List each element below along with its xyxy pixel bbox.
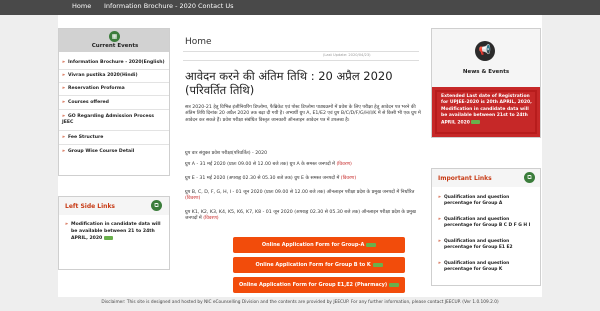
divider [59, 82, 169, 83]
nav-contact-link[interactable]: Contact Us [198, 2, 234, 10]
important-link-item[interactable]: » Qualification and question percentage f… [438, 239, 538, 251]
group-b-k-application-button[interactable]: Online Application Form for Group B to K [233, 257, 405, 273]
bullet-icon: » [62, 100, 65, 105]
news-events-header: 📢 News & Events [432, 29, 540, 87]
bullet-icon: » [438, 195, 441, 200]
group-a-application-button[interactable]: Online Application Form for Group-A [233, 237, 405, 253]
new-badge-icon [366, 242, 377, 247]
event-link[interactable]: » Information Brochure - 2020(English) [62, 60, 165, 65]
notice-paragraph: सत्र 2020-21 हेतु विभिन्न इंजीनियरिंग डि… [185, 105, 421, 123]
exam-line: ग्रुप E - 31 मई 2020 (अपराह्न 02.30 से 0… [185, 176, 357, 181]
exam-line: ग्रुप B, C, D, F, G, H, I - 01 जून 2020 … [185, 190, 415, 202]
important-link-item[interactable]: » Qualification and question percentage f… [438, 217, 538, 229]
left-side-link-item[interactable]: » Modification in candidate data will be… [65, 221, 165, 242]
event-link[interactable]: » Group Wise Course Detail [62, 149, 134, 154]
new-badge-icon [103, 235, 113, 240]
bullet-icon: » [62, 135, 65, 140]
important-links-panel: Important Links ⧉ » Qualification and que… [431, 168, 541, 286]
news-box-frame: Extended Last date of Registration for U… [435, 90, 537, 134]
exam-line: ग्रुप A - 31 मई 2020 (प्रातः 09.00 से 12… [185, 162, 352, 167]
event-link[interactable]: » Courses offered [62, 100, 109, 105]
details-link[interactable]: (विवरण) [203, 216, 218, 221]
event-link[interactable]: » Fee Structure [62, 135, 103, 140]
divider [59, 109, 169, 110]
link-icon: ⧉ [151, 200, 162, 211]
event-link[interactable]: » Vivran pustika 2020(Hindi) [62, 73, 138, 78]
bullet-icon: » [62, 86, 65, 91]
bullet-icon: » [62, 73, 65, 78]
bullet-icon: » [438, 239, 441, 244]
left-side-links-title: Left Side Links [65, 203, 116, 210]
news-events-panel: 📢 News & Events Extended Last date of Re… [431, 28, 541, 138]
divider [59, 95, 169, 96]
calendar-icon: ▦ [109, 31, 120, 42]
bullet-icon: » [62, 60, 65, 65]
title-divider [183, 51, 419, 52]
nav-home-link[interactable]: Home [72, 2, 91, 10]
news-text[interactable]: Extended Last date of Registration for U… [441, 94, 535, 127]
megaphone-icon: 📢 [475, 41, 495, 61]
current-events-title: Current Events [91, 43, 139, 49]
footer-disclaimer: Disclaimer: This site is designed and ho… [101, 300, 499, 305]
news-ticker: Extended Last date of Registration for U… [432, 87, 540, 137]
top-navbar: Home Information Brochure - 2020 Contact… [0, 0, 600, 15]
divider [59, 130, 169, 131]
important-links-header: Important Links ⧉ [432, 169, 540, 187]
deadline-heading: आवेदन करने की अंतिम तिथि : 20 अप्रैल 202… [185, 69, 393, 97]
nav-brochure-link[interactable]: Information Brochure - 2020 [104, 2, 196, 10]
current-events-panel: ▦ Current Events » Information Brochure -… [58, 28, 170, 176]
group-e-application-button[interactable]: Online Application Form for Group E1,E2 … [233, 277, 405, 293]
bullet-icon: » [65, 222, 68, 227]
link-icon: ⧉ [524, 172, 535, 183]
current-events-header: ▦ Current Events [59, 29, 169, 52]
details-link[interactable]: (विवरण) [341, 176, 356, 181]
page-title: Home [185, 37, 212, 47]
new-badge-icon [471, 119, 481, 124]
details-link[interactable]: (विवरण) [185, 196, 200, 201]
bullet-icon: » [438, 217, 441, 222]
new-badge-icon [372, 262, 383, 267]
bullet-icon: » [62, 149, 65, 154]
left-side-links-header: Left Side Links ⧉ [59, 197, 169, 215]
important-link-item[interactable]: » Qualification and question percentage f… [438, 261, 538, 273]
divider [183, 60, 419, 61]
exam-line: ग्रुप K1, K2, K3, K4, K5, K6, K7, K8 - 0… [185, 210, 416, 222]
event-link[interactable]: » Reservation Proforma [62, 86, 125, 91]
details-link[interactable]: (विवरण) [336, 162, 351, 167]
bullet-icon: » [62, 114, 65, 119]
divider [59, 69, 169, 70]
exam-title: ग्रुप वार संयुक्त प्रवेश परीक्षा(परिवर्त… [185, 151, 268, 156]
event-link[interactable]: » GO Regarding Admission Process JEEC [62, 114, 166, 126]
important-links-title: Important Links [438, 175, 492, 182]
bullet-icon: » [438, 261, 441, 266]
page-container: ▦ Current Events » Information Brochure -… [58, 15, 542, 297]
left-side-links-panel: Left Side Links ⧉ » Modification in cand… [58, 196, 170, 270]
news-events-title: News & Events [462, 69, 510, 75]
important-link-item[interactable]: » Qualification and question percentage f… [438, 195, 538, 207]
divider [59, 144, 169, 145]
last-updated-text: (Last Update: 2020/04/23) [323, 53, 371, 57]
new-badge-icon [388, 282, 399, 287]
footer: Disclaimer: This site is designed and ho… [0, 297, 600, 311]
